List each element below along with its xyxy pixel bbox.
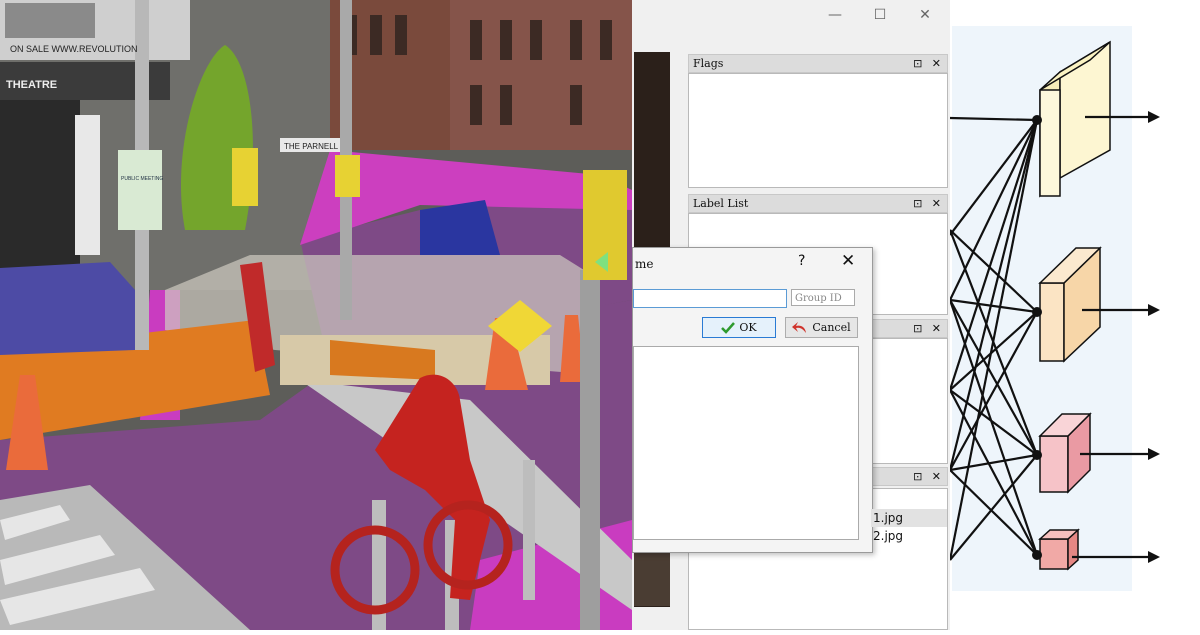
arrowheads — [1148, 111, 1160, 563]
dock-float-close-icons[interactable]: ⊡ ✕ — [913, 468, 944, 485]
label-dialog: me ? ✕ Group ID OK Cancel — [632, 247, 873, 553]
labelme-window: — ☐ ✕ Flags ⊡ ✕ Label List ⊡ ✕ ⊡ ✕ ⊡ ✕ m… — [632, 0, 950, 630]
file-item-1[interactable]: 1.jpg — [873, 511, 903, 525]
close-window-button[interactable]: ✕ — [912, 4, 938, 26]
cancel-button-label: Cancel — [812, 321, 851, 334]
street-scene: ON SALE WWW.REVOLUTION THEATRE THE PARNE… — [0, 0, 632, 630]
ok-button-label: OK — [739, 321, 757, 334]
help-button[interactable]: ? — [798, 253, 805, 269]
flags-list[interactable] — [688, 73, 948, 188]
flags-dock-header: Flags ⊡ ✕ — [688, 54, 948, 73]
maximize-button[interactable]: ☐ — [867, 4, 893, 26]
label-suggestions-list[interactable] — [633, 346, 859, 540]
canvas-preview-bottom — [634, 550, 670, 606]
van — [0, 262, 135, 355]
traffic-light — [232, 148, 258, 206]
shop-sign-text: THE PARNELL — [284, 142, 339, 151]
theatre-sign-text: THEATRE — [6, 79, 57, 91]
group-id-input[interactable]: Group ID — [791, 289, 855, 306]
file-item-2[interactable]: 2.jpg — [873, 529, 903, 543]
dialog-title: me — [635, 257, 654, 271]
network-diagram-svg — [948, 26, 1160, 591]
flags-dock-title: Flags — [693, 57, 724, 70]
segmentation-photo: ON SALE WWW.REVOLUTION THEATRE THE PARNE… — [0, 0, 632, 630]
feature-block-4 — [1038, 528, 1080, 571]
dock-float-close-icons[interactable]: ⊡ ✕ — [913, 55, 944, 72]
dock-float-close-icons[interactable]: ⊡ ✕ — [913, 195, 944, 212]
poster-text: PUBLIC MEETING — [121, 176, 163, 182]
undo-arrow-icon — [792, 322, 807, 333]
flags-dock: Flags ⊡ ✕ — [688, 54, 948, 188]
label-list-dock-title: Label List — [693, 197, 749, 210]
network-diagram — [948, 0, 1200, 630]
cancel-button[interactable]: Cancel — [785, 317, 858, 338]
ok-button[interactable]: OK — [702, 317, 776, 338]
minimize-button[interactable]: — — [822, 4, 848, 26]
dialog-close-button[interactable]: ✕ — [841, 251, 855, 271]
label-list-dock-header: Label List ⊡ ✕ — [688, 194, 948, 213]
billboard-text: ON SALE WWW.REVOLUTION — [10, 44, 138, 54]
check-icon — [721, 321, 736, 334]
label-name-input[interactable] — [633, 289, 787, 308]
dock-float-close-icons[interactable]: ⊡ ✕ — [913, 320, 944, 337]
